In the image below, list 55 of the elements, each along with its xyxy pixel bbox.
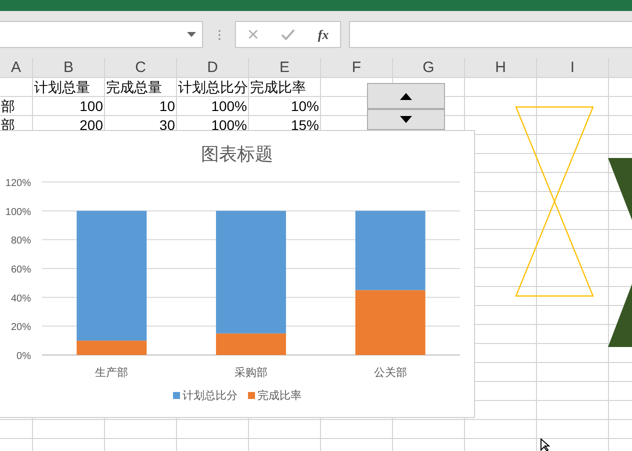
table-cell <box>249 420 321 439</box>
formula-input[interactable] <box>349 21 632 48</box>
x-axis-label: 生产部 <box>95 367 128 379</box>
down-triangle-icon <box>400 116 412 123</box>
table-cell: 10 <box>105 97 177 116</box>
table-cell: 计划总比分 <box>177 78 249 97</box>
table-cell <box>105 420 177 439</box>
spin-up-button[interactable] <box>367 83 445 109</box>
table-cell <box>33 420 105 439</box>
column-header[interactable]: A <box>0 58 33 78</box>
table-cell: 10% <box>249 97 321 116</box>
grip-icon <box>218 28 220 40</box>
column-header[interactable]: G <box>393 58 465 78</box>
column-header[interactable]: F <box>321 58 393 78</box>
y-tick-label: 80% <box>10 236 31 247</box>
y-tick-label: 40% <box>10 293 31 304</box>
insert-function-button[interactable]: fx <box>318 26 329 42</box>
table-cell <box>465 420 537 439</box>
y-tick-label: 0% <box>16 351 31 362</box>
y-tick-label: 120% <box>5 178 31 189</box>
column-header[interactable]: D <box>177 58 249 78</box>
table-cell <box>465 78 537 97</box>
legend-label: 完成比率 <box>258 388 302 403</box>
table-cell: 完成总量 <box>105 78 177 97</box>
legend-label: 计划总比分 <box>182 389 238 403</box>
enter-button[interactable] <box>281 29 296 40</box>
table-cell <box>465 97 537 116</box>
chart-area[interactable]: 图表标题 0% 20% 40% 60% 80% 100% 120% 生产部 采购部 公关部 计划总比分 完成比率 <box>0 130 475 418</box>
table-cell: 部 <box>0 97 33 116</box>
table-cell: 完成比率 <box>249 78 321 97</box>
table-cell <box>321 420 393 439</box>
table-cell: 100 <box>33 97 105 116</box>
column-header[interactable]: H <box>465 58 537 78</box>
up-triangle-icon <box>400 92 412 100</box>
x-axis-label: 公关部 <box>374 367 407 379</box>
table-cell <box>393 420 465 439</box>
y-tick-label: 20% <box>10 322 31 334</box>
bar <box>355 290 426 355</box>
table-cell <box>177 420 249 439</box>
x-axis-label: 采购部 <box>234 367 268 379</box>
column-header[interactable]: B <box>33 58 105 78</box>
checkmark-icon <box>281 29 296 40</box>
table-cell <box>0 420 33 439</box>
column-header[interactable]: C <box>105 58 177 78</box>
table-cell <box>0 78 33 97</box>
table-cell: 100% <box>177 97 249 116</box>
spin-down-button[interactable] <box>367 109 445 130</box>
y-tick-label: 60% <box>10 264 31 276</box>
y-tick-label: 100% <box>5 206 31 218</box>
column-header[interactable]: I <box>537 58 609 78</box>
table-cell: 计划总量 <box>33 78 105 97</box>
chart-title: 图表标题 <box>201 144 273 164</box>
column-header[interactable]: E <box>249 58 321 78</box>
table-cell <box>537 325 609 344</box>
dropdown-caret-icon[interactable] <box>187 32 196 37</box>
